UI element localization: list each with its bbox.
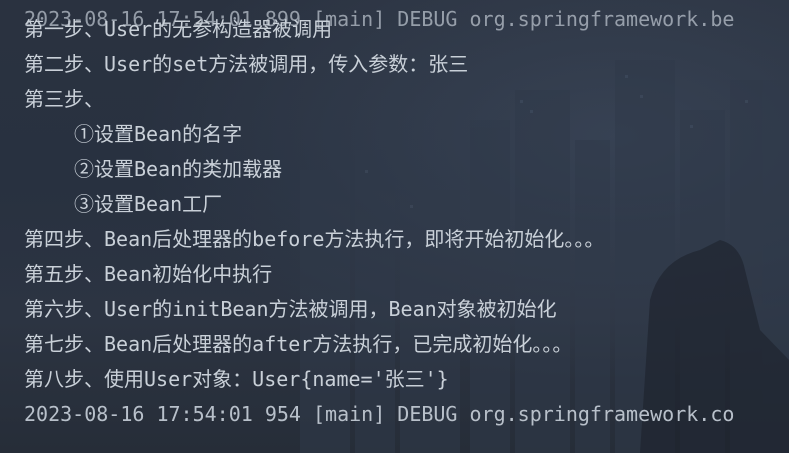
output-line-step-5: 第五步、Bean初始化中执行 xyxy=(24,262,273,286)
console-output-panel[interactable]: 2023-08-16 17:54:01 899 [main] DEBUG org… xyxy=(0,0,789,453)
output-line-step-7: 第七步、Bean后处理器的after方法执行，已完成初始化。。。 xyxy=(24,332,573,356)
output-line-step-4: 第四步、Bean后处理器的before方法执行，即将开始初始化。。。 xyxy=(24,227,605,251)
log-line-debug: 2023-08-16 17:54:01 954 [main] DEBUG org… xyxy=(24,402,735,426)
output-line-step-2: 第二步、User的set方法被调用，传入参数：张三 xyxy=(24,52,469,76)
output-line-step-3-sub-2: ②设置Bean的类加载器 xyxy=(74,157,283,181)
output-line-step-3-sub-1: ①设置Bean的名字 xyxy=(74,122,243,146)
output-line-step-6: 第六步、User的initBean方法被调用，Bean对象被初始化 xyxy=(24,297,557,321)
output-line-step-3-sub-3: ③设置Bean工厂 xyxy=(74,192,223,216)
output-line-step-3: 第三步、 xyxy=(24,87,104,111)
output-line-step-1: 第一步、User的无参构造器被调用 xyxy=(24,17,333,41)
output-line-step-8: 第八步、使用User对象：User{name='张三'} xyxy=(24,367,449,391)
